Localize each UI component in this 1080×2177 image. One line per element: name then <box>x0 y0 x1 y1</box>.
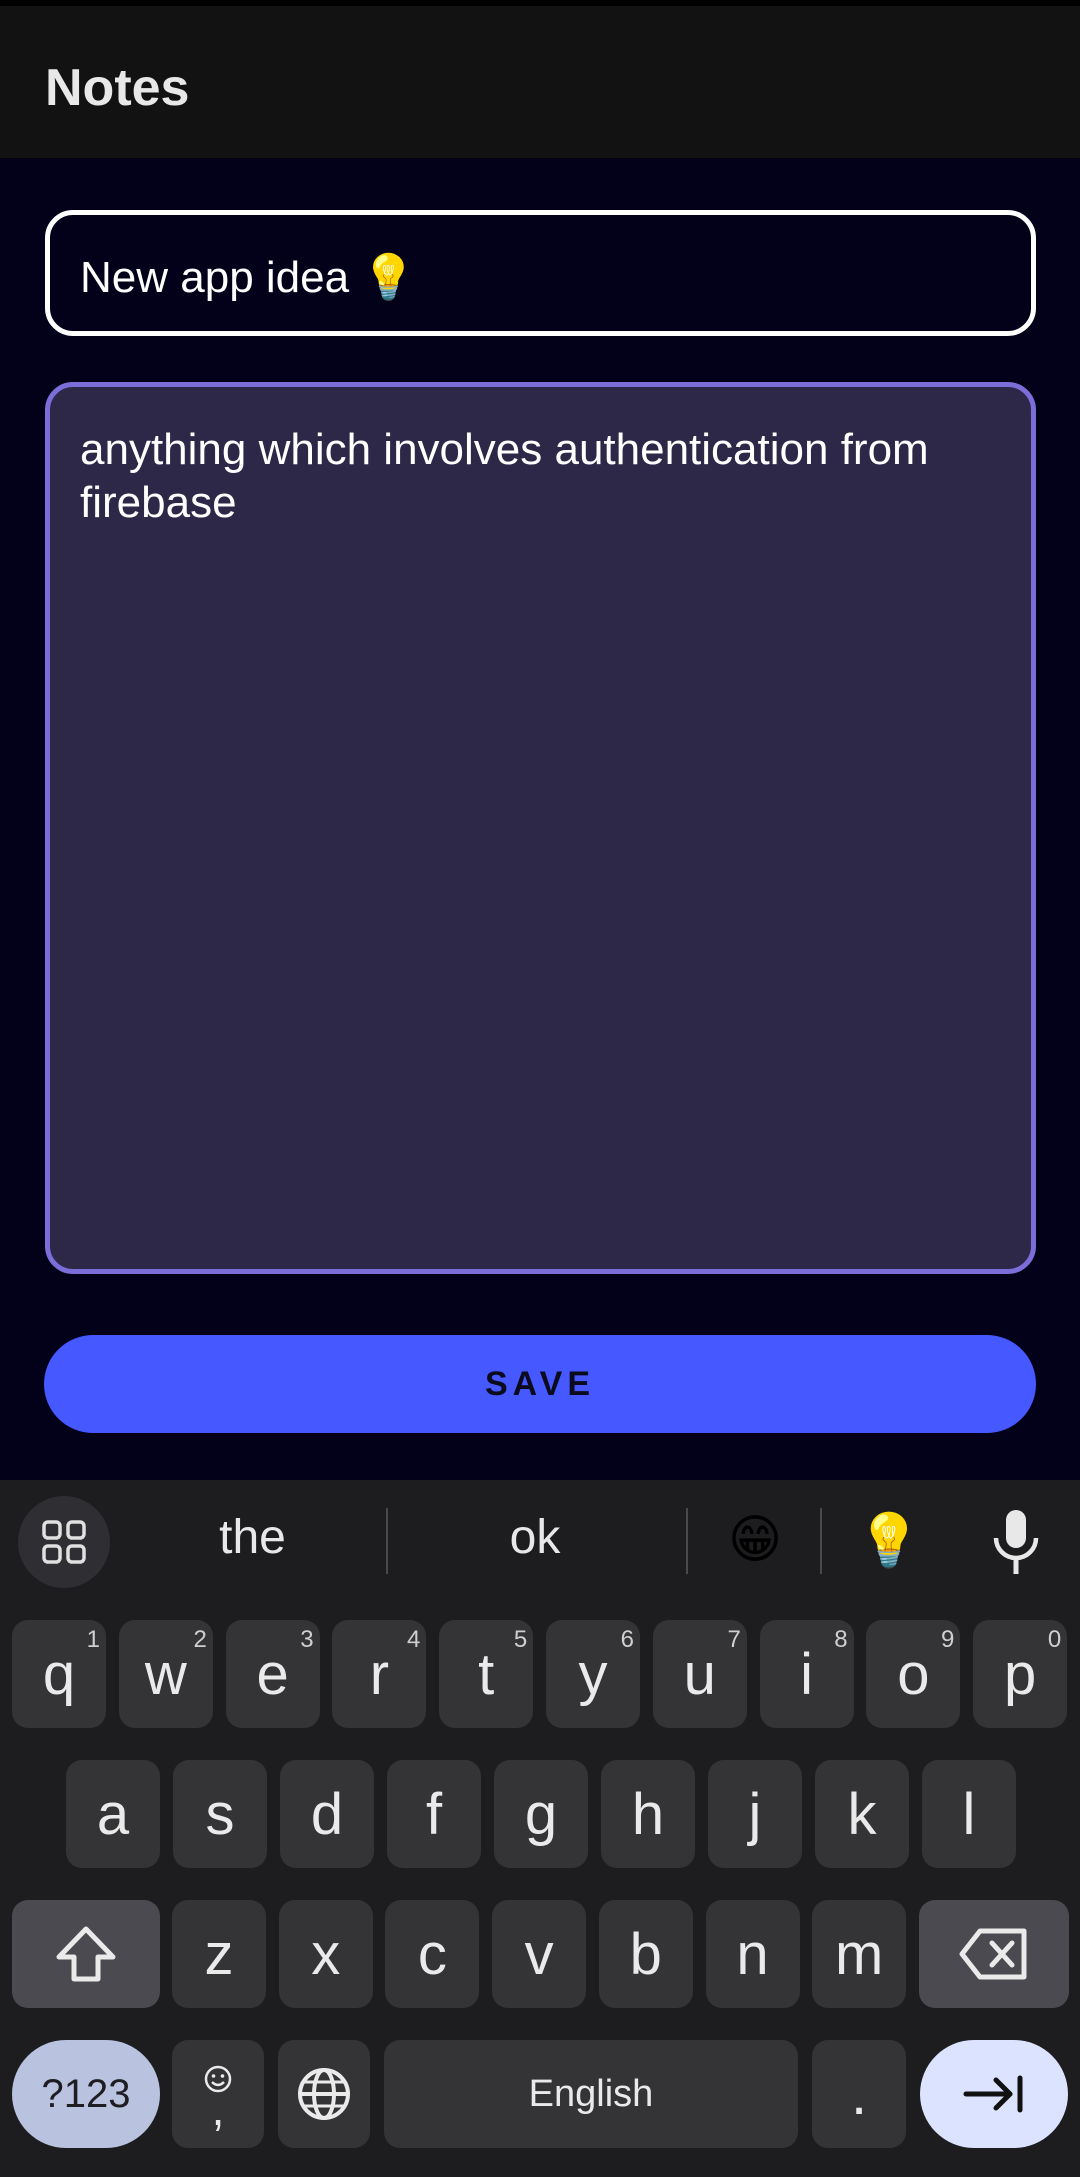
key-y[interactable]: y6 <box>546 1620 640 1728</box>
backspace-icon <box>959 1928 1027 1980</box>
key-label: o <box>897 1641 930 1707</box>
comma-label: , <box>211 2083 225 2135</box>
note-title-input[interactable]: New app idea 💡 <box>45 210 1036 336</box>
next-field-icon <box>963 2075 1023 2113</box>
key-h[interactable]: h <box>601 1760 695 1868</box>
key-z[interactable]: z <box>172 1900 266 2008</box>
note-title-value: New app idea 💡 <box>80 253 417 302</box>
key-w[interactable]: w2 <box>118 1620 213 1728</box>
key-g[interactable]: g <box>494 1760 588 1868</box>
key-label: p <box>1004 1641 1037 1707</box>
note-body-input[interactable]: anything which involves authentication f… <box>45 382 1036 1274</box>
key-q[interactable]: q1 <box>12 1620 106 1728</box>
key-label: i <box>800 1641 814 1707</box>
note-body-value: anything which involves authentication f… <box>80 425 929 527</box>
symbols-key[interactable]: ?123 <box>12 2040 160 2148</box>
key-label: y <box>578 1641 608 1707</box>
apps-grid-icon[interactable] <box>18 1496 110 1588</box>
key-a[interactable]: a <box>66 1760 160 1868</box>
key-number-hint: 4 <box>407 1626 421 1653</box>
suggestion-1[interactable]: the <box>140 1510 365 1565</box>
suggestion-divider <box>820 1508 822 1574</box>
key-c[interactable]: c <box>385 1900 480 2008</box>
key-f[interactable]: f <box>387 1760 481 1868</box>
key-label: t <box>478 1641 495 1707</box>
app-title: Notes <box>45 59 190 117</box>
key-l[interactable]: l <box>922 1760 1016 1868</box>
key-s[interactable]: s <box>173 1760 267 1868</box>
key-i[interactable]: i8 <box>759 1620 854 1728</box>
emoji-suggestion-1[interactable]: 😁 <box>700 1510 810 1570</box>
app-bar: Notes <box>0 0 1080 158</box>
key-label: q <box>42 1641 76 1707</box>
microphone-icon[interactable] <box>990 1508 1042 1576</box>
language-key[interactable] <box>278 2040 370 2148</box>
note-editor: New app idea 💡 anything which involves a… <box>0 158 1080 1480</box>
key-label: u <box>683 1641 716 1707</box>
shift-key[interactable] <box>12 1900 160 2008</box>
key-d[interactable]: d <box>280 1760 374 1868</box>
key-number-hint: 5 <box>513 1626 528 1653</box>
key-number-hint: 1 <box>86 1626 100 1653</box>
save-button[interactable]: SAVE <box>44 1335 1036 1433</box>
key-j[interactable]: j <box>708 1760 802 1868</box>
key-n[interactable]: n <box>705 1900 800 2008</box>
key-b[interactable]: b <box>598 1900 693 2008</box>
key-t[interactable]: t5 <box>439 1620 534 1728</box>
key-r[interactable]: r4 <box>332 1620 427 1728</box>
key-u[interactable]: u7 <box>652 1620 747 1728</box>
suggestion-2[interactable]: ok <box>400 1510 670 1565</box>
key-label: r <box>369 1641 390 1707</box>
key-o[interactable]: o9 <box>866 1620 961 1728</box>
emoji-comma-key[interactable]: , <box>172 2040 264 2148</box>
key-v[interactable]: v <box>492 1900 587 2008</box>
key-label: w <box>144 1641 187 1707</box>
key-number-hint: 2 <box>193 1626 207 1653</box>
globe-icon <box>298 2068 350 2120</box>
key-x[interactable]: x <box>278 1900 373 2008</box>
key-number-hint: 6 <box>620 1626 634 1653</box>
suggestion-divider <box>386 1508 388 1574</box>
key-e[interactable]: e3 <box>225 1620 320 1728</box>
key-number-hint: 7 <box>727 1626 741 1653</box>
period-key[interactable]: . <box>812 2040 906 2148</box>
emoji-suggestion-2[interactable]: 💡 <box>834 1510 944 1571</box>
key-m[interactable]: m <box>812 1900 907 2008</box>
space-key[interactable]: English <box>384 2040 798 2148</box>
on-screen-keyboard: the ok 😁 💡 q1w2e3r4t5y6u7i8o9p0 asdfghjk… <box>0 1480 1080 2177</box>
key-p[interactable]: p0 <box>973 1620 1068 1728</box>
shift-icon <box>56 1926 116 1982</box>
key-label: e <box>256 1641 289 1707</box>
key-number-hint: 3 <box>300 1626 314 1653</box>
backspace-key[interactable] <box>919 1900 1069 2008</box>
key-k[interactable]: k <box>815 1760 909 1868</box>
suggestion-strip: the ok 😁 💡 <box>0 1480 1080 1604</box>
key-number-hint: 8 <box>834 1626 848 1653</box>
save-button-label: SAVE <box>484 1364 596 1403</box>
enter-key[interactable] <box>920 2040 1068 2148</box>
suggestion-divider <box>686 1508 688 1574</box>
key-number-hint: 0 <box>1047 1626 1062 1653</box>
notes-app: Notes New app idea 💡 anything which invo… <box>0 0 1080 2177</box>
key-number-hint: 9 <box>941 1626 955 1653</box>
